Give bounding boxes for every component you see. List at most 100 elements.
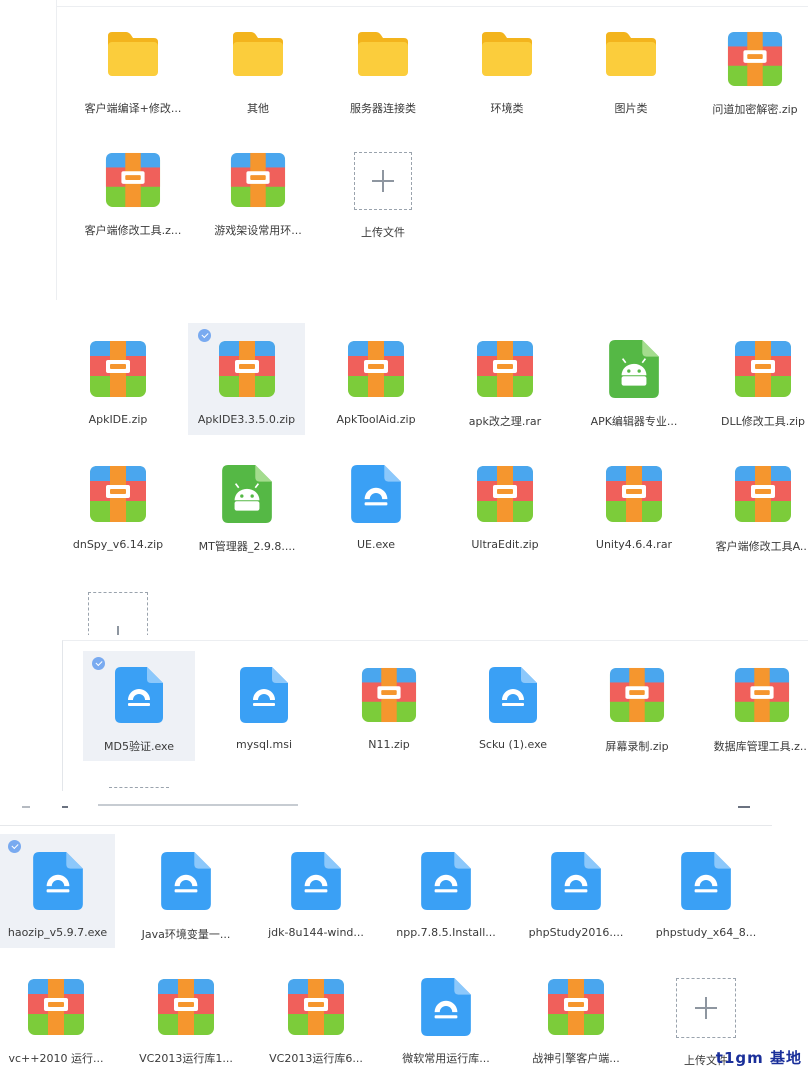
folder-icon	[479, 28, 535, 80]
archive-item-selected[interactable]: ApkIDE3.3.5.0.zip	[188, 323, 305, 435]
exe-item[interactable]: Scku (1).exe	[451, 667, 575, 751]
file-name: Scku (1).exe	[478, 738, 548, 751]
plus-icon	[695, 997, 717, 1019]
upload-box-partial[interactable]	[88, 592, 148, 635]
file-name: phpStudy2016....	[528, 926, 624, 939]
exe-item[interactable]: npp.7.8.5.Install...	[384, 852, 508, 939]
archive-icon	[89, 465, 147, 523]
folder-icon	[230, 28, 286, 80]
exe-item[interactable]: 微软常用运行库...	[384, 978, 508, 1066]
folder-item[interactable]: 客户端编译+修改...	[71, 28, 195, 116]
folder-item[interactable]: 服务器连接类	[321, 28, 445, 116]
file-name: 战神引擎客户端...	[532, 1052, 620, 1065]
file-name: phpstudy_x64_8...	[655, 926, 757, 939]
file-name: 客户端编译+修改...	[84, 102, 182, 115]
file-name: MD5验证.exe	[104, 740, 174, 753]
upload-box[interactable]	[676, 978, 736, 1038]
file-name: 屏幕录制.zip	[605, 740, 669, 753]
archive-item[interactable]: N11.zip	[327, 667, 451, 751]
file-name: Java环境变量一...	[141, 928, 231, 941]
archive-item[interactable]: ApkIDE.zip	[56, 340, 180, 426]
archive-item[interactable]: 战神引擎客户端...	[514, 978, 638, 1066]
exe-item[interactable]: phpstudy_x64_8...	[644, 852, 768, 939]
archive-item[interactable]: ApkToolAid.zip	[314, 340, 438, 426]
exe-icon	[551, 852, 601, 910]
archive-item[interactable]: VC2013运行库1...	[124, 978, 248, 1066]
archive-item[interactable]: VC2013运行库6...	[254, 978, 378, 1066]
exe-item[interactable]: UE.exe	[314, 465, 438, 551]
folder-icon	[105, 28, 161, 80]
archive-icon	[734, 667, 790, 723]
archive-item[interactable]: 游戏架设常用环...	[196, 152, 320, 238]
exe-item-selected[interactable]: haozip_v5.9.7.exe	[0, 834, 115, 948]
archive-icon	[605, 465, 663, 523]
file-name: 问道加密解密.zip	[712, 103, 798, 116]
file-name: 数据库管理工具.z...	[713, 740, 808, 753]
checkmark-icon[interactable]	[8, 840, 21, 853]
upload-label: 上传文件	[361, 226, 405, 239]
archive-icon	[27, 978, 85, 1036]
checkmark-icon[interactable]	[92, 657, 105, 670]
file-name: haozip_v5.9.7.exe	[7, 926, 108, 939]
file-name: 微软常用运行库...	[402, 1052, 490, 1065]
file-panel-3: MD5验证.exe mysql.msi N11.zip Scku (1).exe…	[62, 640, 808, 791]
exe-item[interactable]: mysql.msi	[202, 667, 326, 751]
folder-item[interactable]: 其他	[196, 28, 320, 116]
archive-item[interactable]: 屏幕录制.zip	[575, 667, 699, 754]
file-panel-1: 客户端编译+修改... 其他 服务器连接类 环境类 图片类 问道加密解密.zip…	[56, 0, 808, 300]
folder-icon	[355, 28, 411, 80]
exe-item[interactable]: Java环境变量一...	[124, 852, 248, 942]
exe-item[interactable]: jdk-8u144-wind...	[254, 852, 378, 939]
archive-item[interactable]: 客户端修改工具A...	[701, 465, 808, 554]
file-name: MT管理器_2.9.8....	[198, 540, 296, 553]
folder-item[interactable]: 图片类	[569, 28, 693, 116]
exe-icon	[489, 667, 537, 723]
toolbar-fragment	[22, 806, 30, 808]
android-app-icon	[609, 340, 659, 398]
archive-icon	[105, 152, 161, 208]
archive-item[interactable]: UltraEdit.zip	[443, 465, 567, 551]
file-name: 客户端修改工具.z...	[84, 224, 182, 237]
archive-item[interactable]: 问道加密解密.zip	[693, 31, 808, 117]
archive-item[interactable]: 数据库管理工具.z...	[700, 667, 808, 754]
upload-box[interactable]	[354, 152, 412, 210]
exe-icon	[240, 667, 288, 723]
archive-item[interactable]: vc++2010 运行...	[0, 978, 118, 1066]
android-app-icon	[222, 465, 272, 523]
archive-icon	[347, 340, 405, 398]
file-name: VC2013运行库1...	[139, 1052, 233, 1065]
exe-item-selected[interactable]: MD5验证.exe	[83, 651, 195, 761]
archive-icon	[89, 340, 147, 398]
folder-item[interactable]: 环境类	[445, 28, 569, 116]
exe-icon	[351, 465, 401, 523]
file-name: dnSpy_v6.14.zip	[72, 538, 164, 551]
file-name: 服务器连接类	[350, 102, 416, 115]
archive-item[interactable]: Unity4.6.4.rar	[572, 465, 696, 551]
archive-item[interactable]: 客户端修改工具.z...	[71, 152, 195, 238]
file-name: 客户端修改工具A...	[715, 540, 808, 553]
exe-icon	[421, 852, 471, 910]
file-name: jdk-8u144-wind...	[268, 926, 364, 939]
toolbar-fragment	[62, 806, 68, 808]
exe-icon	[421, 978, 471, 1036]
file-name: 图片类	[614, 102, 648, 115]
exe-icon	[33, 852, 83, 910]
upload-box-partial[interactable]	[109, 787, 169, 788]
archive-icon	[609, 667, 665, 723]
upload-item[interactable]: 上传文件	[321, 152, 445, 240]
archive-icon	[476, 340, 534, 398]
file-name: vc++2010 运行...	[8, 1052, 104, 1065]
file-name: apk改之理.rar	[468, 415, 542, 428]
archive-item[interactable]: DLL修改工具.zip	[701, 340, 808, 429]
file-name: mysql.msi	[236, 738, 292, 751]
archive-item[interactable]: dnSpy_v6.14.zip	[56, 465, 180, 551]
checkmark-icon[interactable]	[198, 329, 211, 342]
archive-item[interactable]: apk改之理.rar	[443, 340, 567, 429]
file-name: ApkToolAid.zip	[336, 413, 416, 426]
exe-item[interactable]: phpStudy2016....	[514, 852, 638, 939]
archive-icon	[734, 465, 792, 523]
android-item[interactable]: APK编辑器专业...	[572, 340, 696, 429]
file-name: npp.7.8.5.Install...	[396, 926, 496, 939]
file-name: DLL修改工具.zip	[720, 415, 806, 428]
android-item[interactable]: MT管理器_2.9.8....	[185, 465, 309, 554]
